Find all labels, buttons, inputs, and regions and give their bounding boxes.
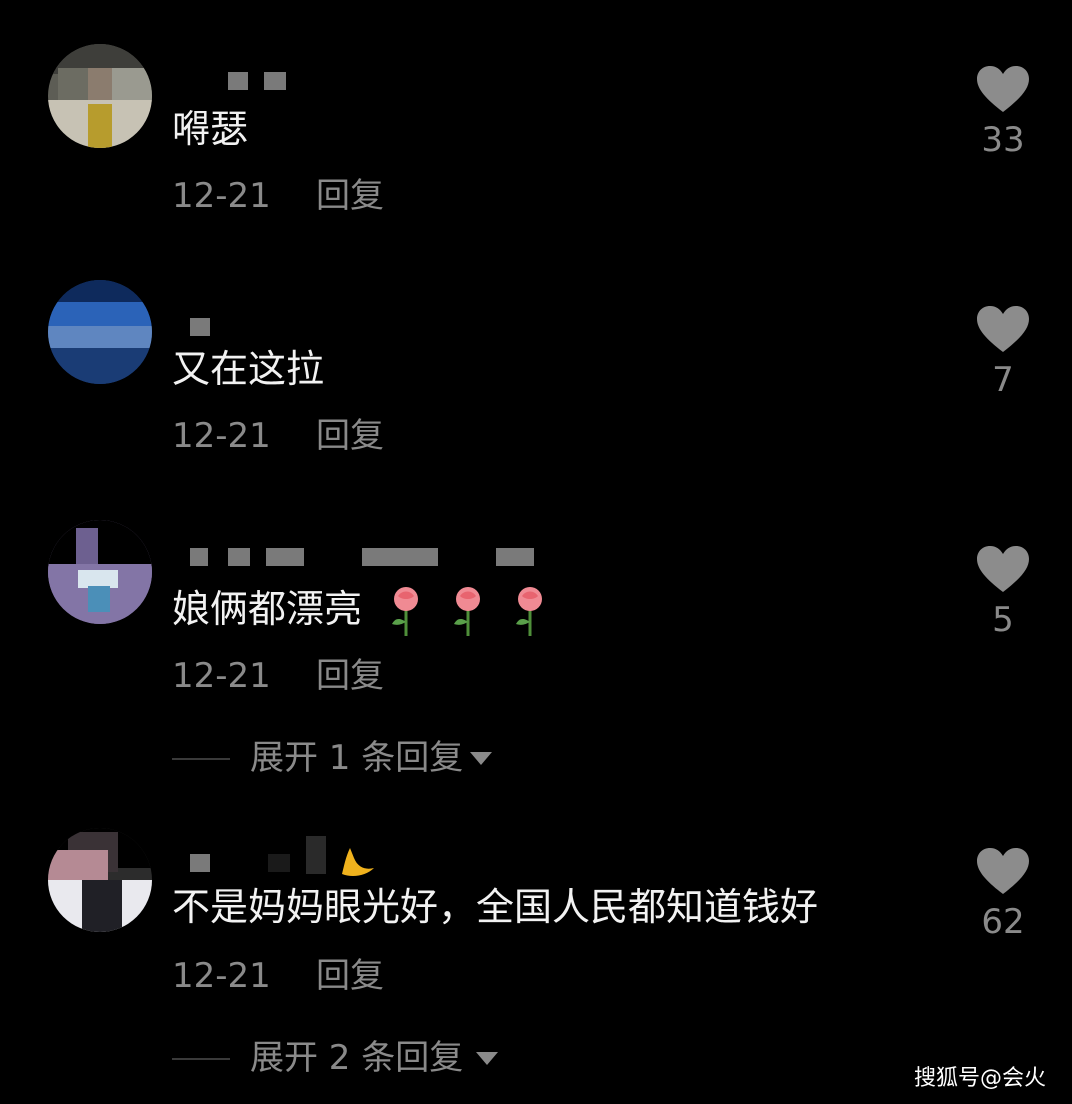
comment-date: 12-21 bbox=[172, 176, 271, 216]
heart-icon bbox=[977, 546, 1029, 592]
like-count: 7 bbox=[992, 360, 1014, 400]
avatar[interactable] bbox=[48, 44, 152, 148]
comment-item: 又在这拉 12-21 回复 7 bbox=[0, 280, 1072, 470]
triangle-down-icon bbox=[470, 752, 492, 765]
moon-badge-icon bbox=[342, 848, 374, 876]
avatar[interactable] bbox=[48, 520, 152, 624]
heart-icon bbox=[977, 306, 1029, 352]
triangle-down-icon bbox=[476, 1052, 498, 1065]
heart-icon bbox=[977, 848, 1029, 894]
comment-item: 不是妈妈眼光好，全国人民都知道钱好 12-21 回复 62 展开 2 条回复 bbox=[0, 828, 1072, 1088]
comment-text-body: 娘俩都漂亮 bbox=[172, 587, 363, 631]
reply-button[interactable]: 回复 bbox=[316, 416, 384, 456]
reply-button[interactable]: 回复 bbox=[316, 956, 384, 996]
like-count: 5 bbox=[992, 600, 1014, 640]
heart-icon bbox=[977, 66, 1029, 112]
avatar[interactable] bbox=[48, 280, 152, 384]
expand-replies-label: 展开 2 条回复 bbox=[250, 1038, 464, 1078]
expand-replies-label: 展开 1 条回复 bbox=[250, 738, 464, 778]
like-button[interactable]: 5 bbox=[968, 546, 1038, 640]
expand-divider bbox=[172, 1058, 230, 1060]
rose-emoji bbox=[516, 586, 543, 636]
comment-text: 娘俩都漂亮 bbox=[172, 584, 548, 638]
like-count: 62 bbox=[981, 902, 1025, 942]
comment-text: 不是妈妈眼光好，全国人民都知道钱好 bbox=[172, 885, 819, 929]
like-button[interactable]: 62 bbox=[968, 848, 1038, 942]
comment-date: 12-21 bbox=[172, 416, 271, 456]
comment-text: 又在这拉 bbox=[172, 347, 325, 391]
like-button[interactable]: 7 bbox=[968, 306, 1038, 400]
avatar[interactable] bbox=[48, 828, 152, 932]
like-button[interactable]: 33 bbox=[968, 66, 1038, 160]
comment-date: 12-21 bbox=[172, 656, 271, 696]
rose-emoji bbox=[392, 586, 419, 636]
comment-text: 嘚瑟 bbox=[172, 107, 249, 151]
expand-divider bbox=[172, 758, 230, 760]
comment-date: 12-21 bbox=[172, 956, 271, 996]
like-count: 33 bbox=[981, 120, 1025, 160]
rose-emoji bbox=[454, 586, 481, 636]
comment-item: 娘俩都漂亮 12-21 回复 5 展开 1 条回复 bbox=[0, 520, 1072, 790]
watermark: 搜狐号@会火 bbox=[913, 1066, 1046, 1091]
reply-button[interactable]: 回复 bbox=[316, 656, 384, 696]
comment-item: 嘚瑟 12-21 回复 33 bbox=[0, 44, 1072, 234]
reply-button[interactable]: 回复 bbox=[316, 176, 384, 216]
